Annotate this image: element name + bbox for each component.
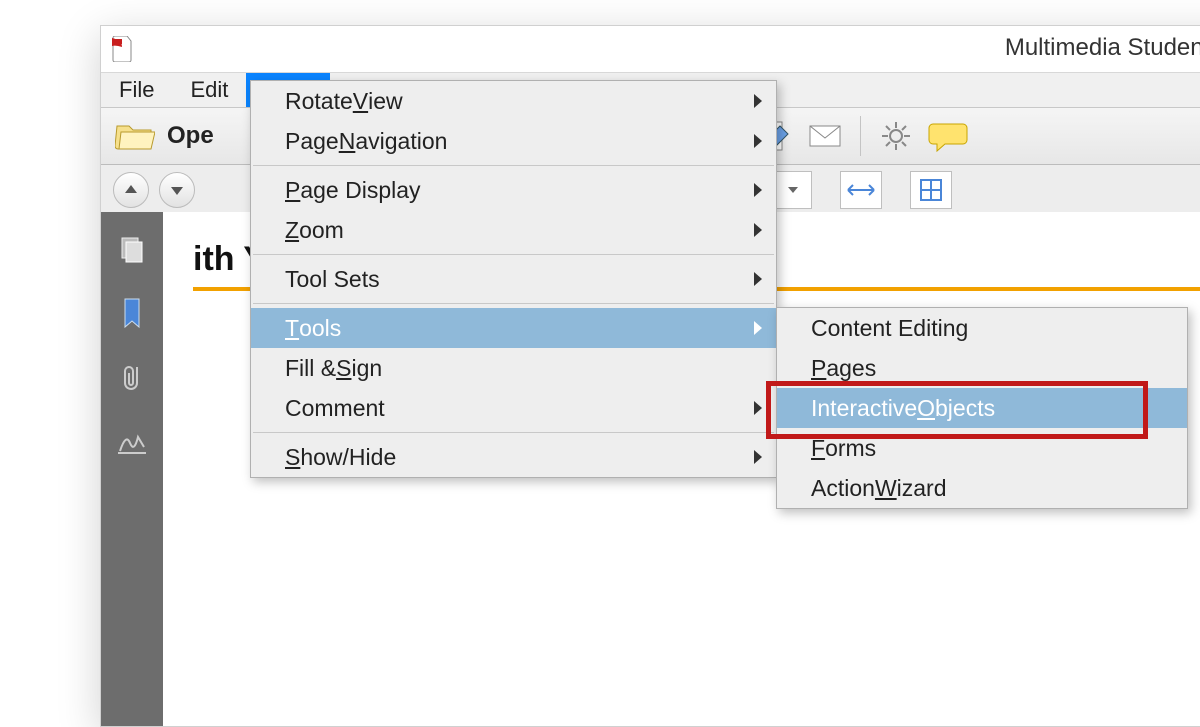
attachments-panel-icon[interactable] <box>112 358 152 398</box>
tools-submenu-item[interactable]: Pages <box>777 348 1187 388</box>
view-menu-item[interactable]: Rotate View <box>251 81 776 121</box>
view-menu-item[interactable]: Page Navigation <box>251 121 776 161</box>
page-down-button[interactable] <box>159 172 195 208</box>
menu-separator <box>253 165 774 166</box>
tools-submenu-item[interactable]: Interactive Objects <box>777 388 1187 428</box>
view-menu-item[interactable]: Show/Hide <box>251 437 776 477</box>
fit-width-icon[interactable] <box>840 171 882 209</box>
view-menu-item[interactable]: Page Display <box>251 170 776 210</box>
tools-submenu-item[interactable]: Action Wizard <box>777 468 1187 508</box>
view-menu-item[interactable]: Fill & Sign <box>251 348 776 388</box>
view-menu-item[interactable]: Comment <box>251 388 776 428</box>
signatures-panel-icon[interactable] <box>112 422 152 462</box>
tools-submenu-item[interactable]: Content Editing <box>777 308 1187 348</box>
open-folder-icon[interactable] <box>115 120 155 152</box>
side-panel <box>101 212 163 726</box>
comment-bubble-icon[interactable] <box>925 116 971 156</box>
open-button-label[interactable]: Ope <box>167 122 214 150</box>
fit-page-icon[interactable] <box>910 171 952 209</box>
gear-icon[interactable] <box>873 116 919 156</box>
tools-submenu-item[interactable]: Forms <box>777 428 1187 468</box>
window-title: Multimedia Student Guide <box>101 34 1200 62</box>
menu-edit[interactable]: Edit <box>172 73 246 107</box>
menu-separator <box>253 303 774 304</box>
mail-icon[interactable] <box>802 116 848 156</box>
pages-panel-icon[interactable] <box>112 230 152 270</box>
toolbar-separator <box>860 116 861 156</box>
menu-file[interactable]: File <box>101 73 172 107</box>
menu-separator <box>253 432 774 433</box>
menu-separator <box>253 254 774 255</box>
view-dropdown-menu: Rotate ViewPage Navigation Page DisplayZo… <box>250 80 777 478</box>
tools-submenu: Content EditingPagesInteractive ObjectsF… <box>776 307 1188 509</box>
view-menu-item[interactable]: Tools <box>251 308 776 348</box>
view-menu-item[interactable]: Zoom <box>251 210 776 250</box>
zoom-dropdown-icon[interactable] <box>774 172 811 208</box>
page-up-button[interactable] <box>113 172 149 208</box>
view-menu-item[interactable]: Tool Sets <box>251 259 776 299</box>
title-bar: Multimedia Student Guide <box>101 26 1200 73</box>
bookmarks-panel-icon[interactable] <box>112 294 152 334</box>
